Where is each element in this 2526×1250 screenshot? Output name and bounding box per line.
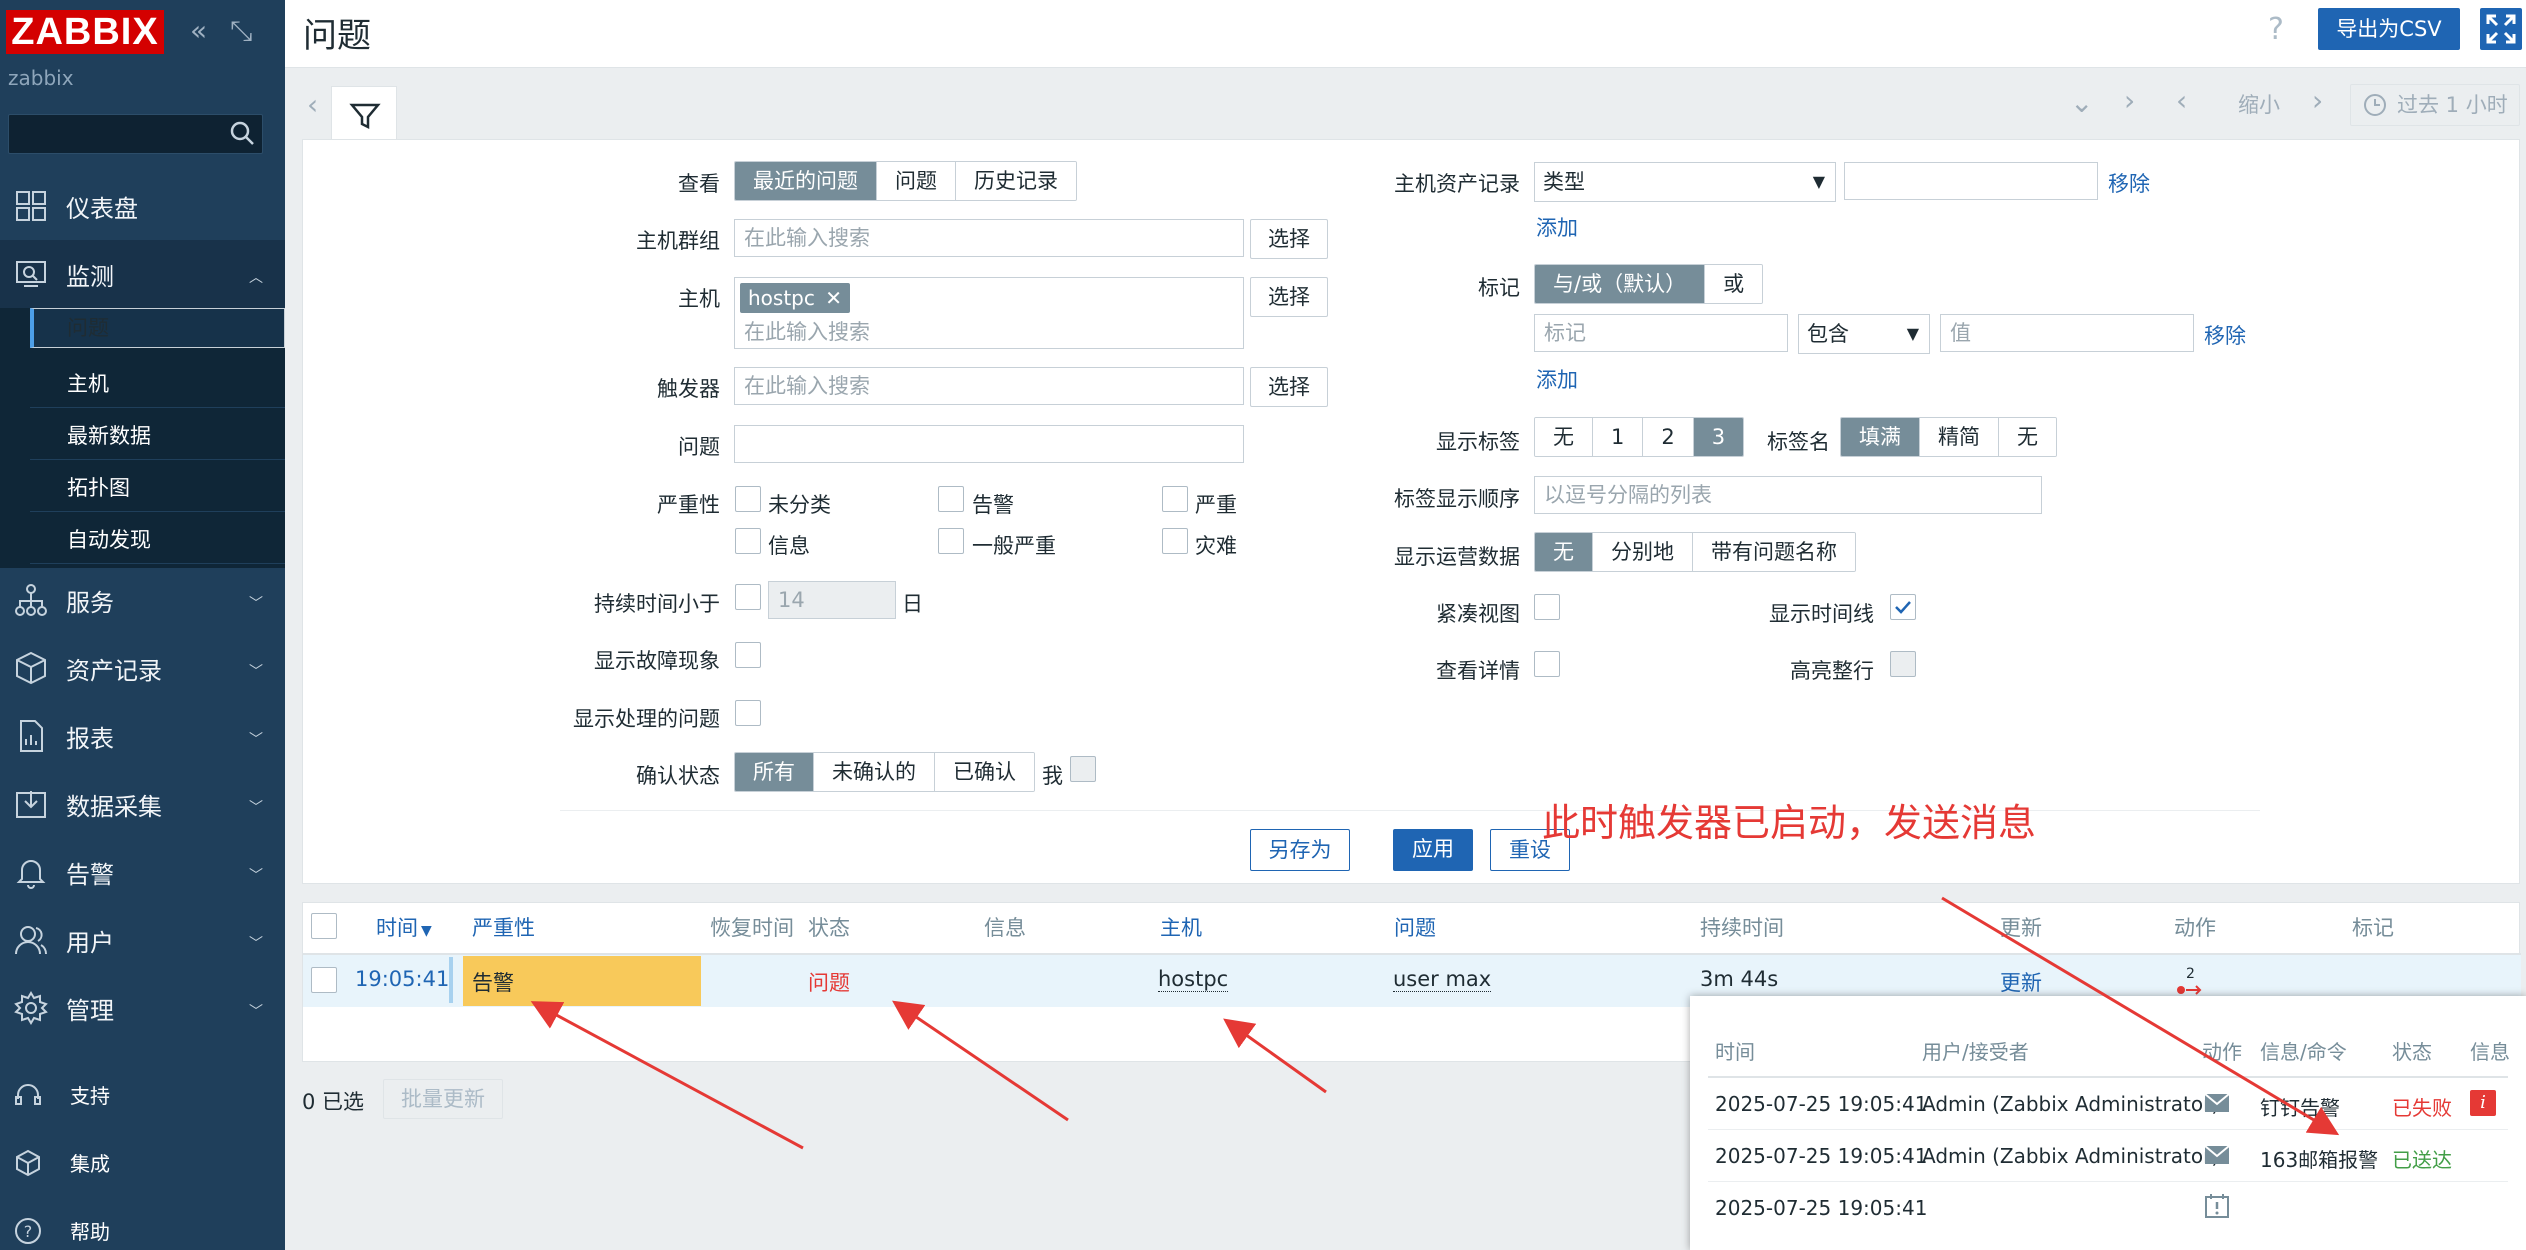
arrow-to-host	[1223, 1018, 1327, 1094]
arrow-to-status	[892, 1000, 1069, 1122]
annotation-arrows	[530, 896, 2340, 1150]
arrow-to-severity	[530, 1001, 804, 1150]
arrow-to-message	[1941, 896, 2340, 1136]
